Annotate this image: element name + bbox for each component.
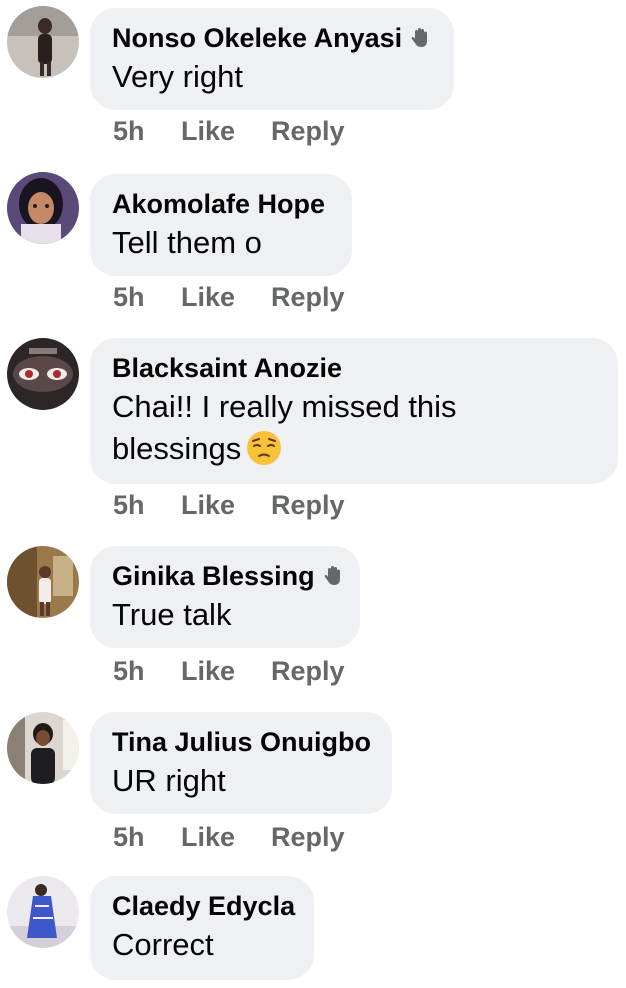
author-name[interactable]: Ginika Blessing: [112, 560, 315, 592]
like-button[interactable]: Like: [181, 490, 271, 521]
avatar[interactable]: [7, 6, 79, 78]
author-name[interactable]: Tina Julius Onuigbo: [112, 726, 371, 758]
pensive-face-emoji-icon: [245, 429, 283, 467]
comment-bubble: Nonso Okeleke Anyasi Very right: [90, 8, 454, 110]
comment-actions: 5h Like Reply: [113, 282, 345, 313]
author-row: Ginika Blessing: [112, 560, 340, 592]
comment-actions: 5h Like Reply: [113, 490, 345, 521]
avatar[interactable]: [7, 876, 79, 948]
comment-text: Very right: [112, 59, 243, 94]
like-button[interactable]: Like: [181, 116, 271, 147]
timestamp[interactable]: 5h: [113, 282, 181, 313]
author-row: Blacksaint Anozie: [112, 352, 596, 384]
comment-bubble: Tina Julius Onuigbo UR right: [90, 712, 392, 814]
timestamp[interactable]: 5h: [113, 490, 181, 521]
avatar[interactable]: [7, 546, 79, 618]
author-row: Tina Julius Onuigbo: [112, 726, 371, 758]
reply-button[interactable]: Reply: [271, 116, 345, 147]
author-row: Claedy Edycla: [112, 890, 295, 922]
timestamp[interactable]: 5h: [113, 656, 181, 687]
comment-bubble: Blacksaint Anozie Chai!! I really missed…: [90, 338, 618, 484]
reply-button[interactable]: Reply: [271, 490, 345, 521]
avatar[interactable]: [7, 338, 79, 410]
comment-bubble: Ginika Blessing True talk: [90, 546, 360, 648]
comment-text: Correct: [112, 927, 214, 962]
comment-text-content: Chai!! I really missed this blessings: [112, 389, 457, 466]
avatar[interactable]: [7, 172, 79, 244]
wave-icon: [321, 564, 345, 588]
like-button[interactable]: Like: [181, 282, 271, 313]
comment-actions: 5h Like Reply: [113, 822, 345, 853]
wave-icon: [408, 26, 432, 50]
comment-actions: 5h Like Reply: [113, 656, 345, 687]
comment-bubble: Akomolafe Hope Tell them o: [90, 174, 352, 276]
reply-button[interactable]: Reply: [271, 656, 345, 687]
reply-button[interactable]: Reply: [271, 282, 345, 313]
comment-text: True talk: [112, 597, 232, 632]
avatar[interactable]: [7, 712, 79, 784]
like-button[interactable]: Like: [181, 656, 271, 687]
author-name[interactable]: Blacksaint Anozie: [112, 352, 342, 384]
comment-bubble: Claedy Edycla Correct: [90, 876, 314, 980]
comment-text: UR right: [112, 763, 226, 798]
timestamp[interactable]: 5h: [113, 116, 181, 147]
like-button[interactable]: Like: [181, 822, 271, 853]
comment-text: Tell them o: [112, 225, 262, 260]
author-name[interactable]: Akomolafe Hope: [112, 188, 325, 220]
comment-actions: 5h Like Reply: [113, 116, 345, 147]
author-row: Nonso Okeleke Anyasi: [112, 22, 432, 54]
reply-button[interactable]: Reply: [271, 822, 345, 853]
timestamp[interactable]: 5h: [113, 822, 181, 853]
comment-text: Chai!! I really missed this blessings: [112, 386, 502, 470]
author-row: Akomolafe Hope: [112, 188, 330, 220]
author-name[interactable]: Claedy Edycla: [112, 890, 295, 922]
author-name[interactable]: Nonso Okeleke Anyasi: [112, 22, 402, 54]
